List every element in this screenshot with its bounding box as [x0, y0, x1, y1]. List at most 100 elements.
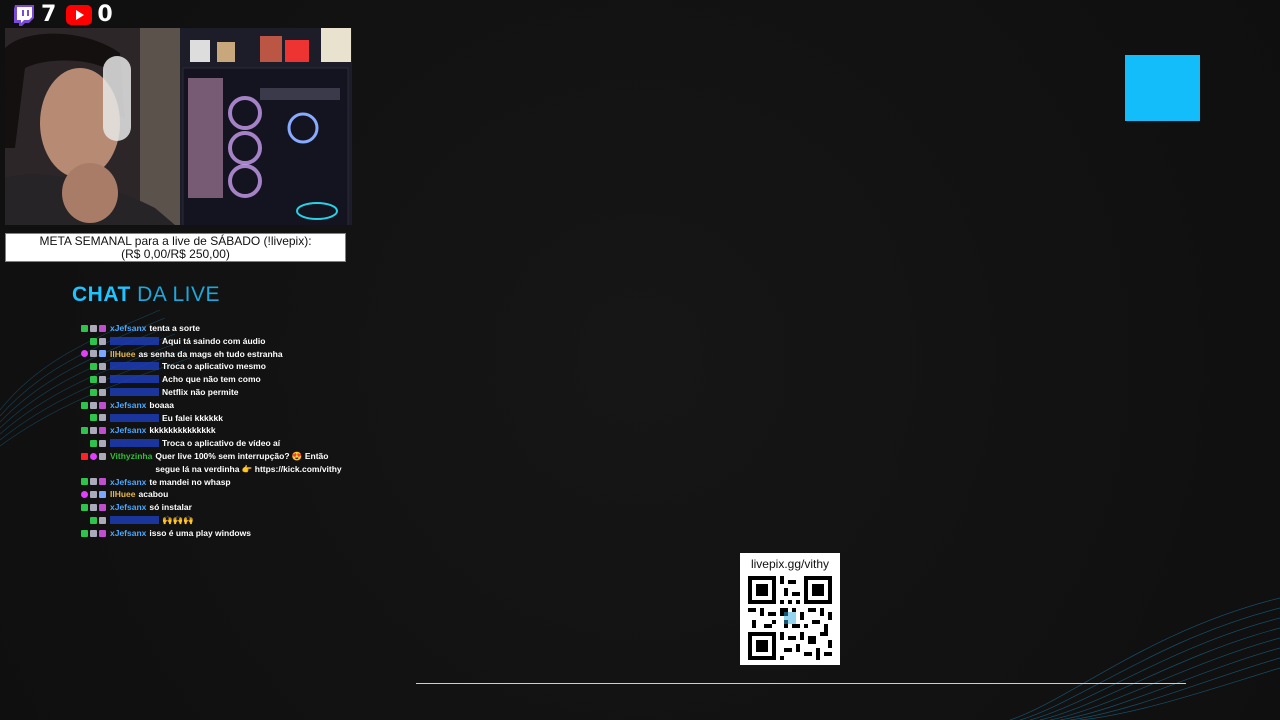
chat-text: Quer live 100% sem interrupção? 😍 Então …	[155, 450, 342, 474]
chat-message: xJefsanx tenta a sorte	[22, 322, 352, 335]
qr-code-icon	[748, 576, 832, 660]
badge-green-icon	[90, 440, 97, 448]
badge-gray-icon	[99, 516, 106, 524]
chat-badges	[22, 348, 110, 361]
chat-username[interactable]: xJefsanx	[110, 501, 149, 514]
chat-text: acabou	[138, 489, 169, 500]
badge-green-icon	[81, 529, 88, 537]
chat-badges	[22, 360, 110, 373]
chat-list: xJefsanx tenta a sorte Aqui tá saindo com …	[22, 322, 352, 540]
chat-title: CHAT DA LIVE	[72, 283, 220, 307]
badge-green-icon	[90, 337, 97, 345]
badge-gray-icon	[90, 427, 97, 435]
chat-text: te mandei no whasp	[149, 476, 231, 487]
chat-badges	[22, 437, 110, 450]
chat-message: Aqui tá saindo com áudio	[22, 335, 352, 348]
chat-message: xJefsanx isso é uma play windows	[22, 527, 352, 540]
chat-message: Vithyzinha Quer live 100% sem interrupção…	[22, 450, 352, 476]
badge-gift-icon	[99, 504, 106, 512]
chat-title-part2: DA LIVE	[137, 283, 220, 306]
badge-green-icon	[90, 516, 97, 524]
chat-text: as senha da mags eh tudo estranha	[138, 348, 283, 359]
chat-badges	[22, 335, 110, 348]
chat-username[interactable]: IlHuee	[110, 348, 139, 361]
chat-username[interactable]: xJefsanx	[110, 527, 149, 540]
viewer-counters: 7 0	[12, 2, 113, 28]
weekly-goal-banner: META SEMANAL para a live de SÁBADO (!liv…	[5, 233, 346, 262]
twitch-count: 7	[41, 2, 57, 27]
chat-badges	[22, 424, 110, 437]
badge-gray-icon	[90, 324, 97, 332]
chat-username[interactable]: xJefsanx	[110, 424, 149, 437]
badge-gift-icon	[99, 401, 106, 409]
chat-message: Eu falei kkkkkk	[22, 412, 352, 425]
chat-text: só instalar	[149, 502, 192, 513]
chat-username[interactable]: xJefsanx	[110, 322, 149, 335]
chat-text: Troca o aplicativo mesmo	[162, 361, 266, 372]
chat-username[interactable]	[110, 375, 159, 384]
chat-username[interactable]	[110, 387, 159, 396]
chat-message: xJefsanx kkkkkkkkkkkkkk	[22, 424, 352, 437]
chat-badges	[22, 514, 110, 527]
youtube-counter: 0	[66, 3, 113, 27]
badge-gray-icon	[90, 529, 97, 537]
chat-username[interactable]	[110, 413, 159, 422]
chat-message: Acho que não tem como	[22, 373, 352, 386]
livepix-qr-card: livepix.gg/vithy	[740, 553, 840, 665]
chat-username[interactable]: xJefsanx	[110, 399, 149, 412]
chat-text: Acho que não tem como	[162, 374, 261, 385]
chat-message: Troca o aplicativo de vídeo aí	[22, 437, 352, 450]
chat-username[interactable]	[110, 362, 159, 371]
chat-text: kkkkkkkkkkkkkk	[149, 425, 216, 436]
badge-green-icon	[90, 388, 97, 396]
chat-username[interactable]	[110, 439, 159, 448]
badge-green-icon	[81, 324, 88, 332]
badge-gray-icon	[99, 388, 106, 396]
chat-message: xJefsanx só instalar	[22, 501, 352, 514]
badge-green-icon	[81, 478, 88, 486]
badge-green-icon	[81, 504, 88, 512]
chat-username[interactable]: Vithyzinha	[110, 450, 155, 463]
chat-badges	[22, 386, 110, 399]
badge-gray-icon	[99, 452, 106, 460]
chat-username[interactable]	[110, 336, 159, 345]
chat-message: Netflix não permite	[22, 386, 352, 399]
badge-gift-icon	[99, 478, 106, 486]
badge-gray-icon	[99, 363, 106, 371]
badge-tv-icon	[99, 491, 106, 499]
chat-badges	[22, 399, 110, 412]
chat-text: Eu falei kkkkkk	[162, 412, 223, 423]
chat-badges	[22, 501, 110, 514]
badge-gray-icon	[90, 401, 97, 409]
chat-badges	[22, 527, 110, 540]
badge-gift-icon	[99, 324, 106, 332]
badge-red-icon	[81, 452, 88, 460]
chat-username[interactable]: xJefsanx	[110, 476, 149, 489]
chat-title-part1: CHAT	[72, 283, 131, 306]
accent-square	[1125, 55, 1200, 121]
badge-green-icon	[90, 414, 97, 422]
chat-badges	[22, 488, 110, 501]
qr-label: livepix.gg/vithy	[750, 557, 830, 571]
chat-badges	[22, 322, 110, 335]
chat-badges	[22, 476, 110, 489]
badge-gray-icon	[99, 376, 106, 384]
badge-pink-icon	[81, 491, 88, 499]
chat-text: Aqui tá saindo com áudio	[162, 335, 266, 346]
bottom-divider	[416, 683, 1186, 684]
chat-message: xJefsanx boaaa	[22, 399, 352, 412]
chat-username[interactable]: IlHuee	[110, 488, 139, 501]
goal-line-2: (R$ 0,00/R$ 250,00)	[121, 247, 230, 261]
chat-message: IlHuee as senha da mags eh tudo estranha	[22, 348, 352, 361]
chat-text: isso é uma play windows	[149, 527, 251, 538]
chat-text: Netflix não permite	[162, 386, 239, 397]
twitch-counter: 7	[12, 3, 56, 27]
badge-green-icon	[90, 363, 97, 371]
badge-green-icon	[81, 427, 88, 435]
chat-badges	[22, 450, 110, 463]
badge-gray-icon	[99, 414, 106, 422]
badge-green-icon	[90, 376, 97, 384]
chat-username[interactable]	[110, 515, 159, 524]
chat-message: IlHuee acabou	[22, 488, 352, 501]
badge-gift-icon	[99, 529, 106, 537]
